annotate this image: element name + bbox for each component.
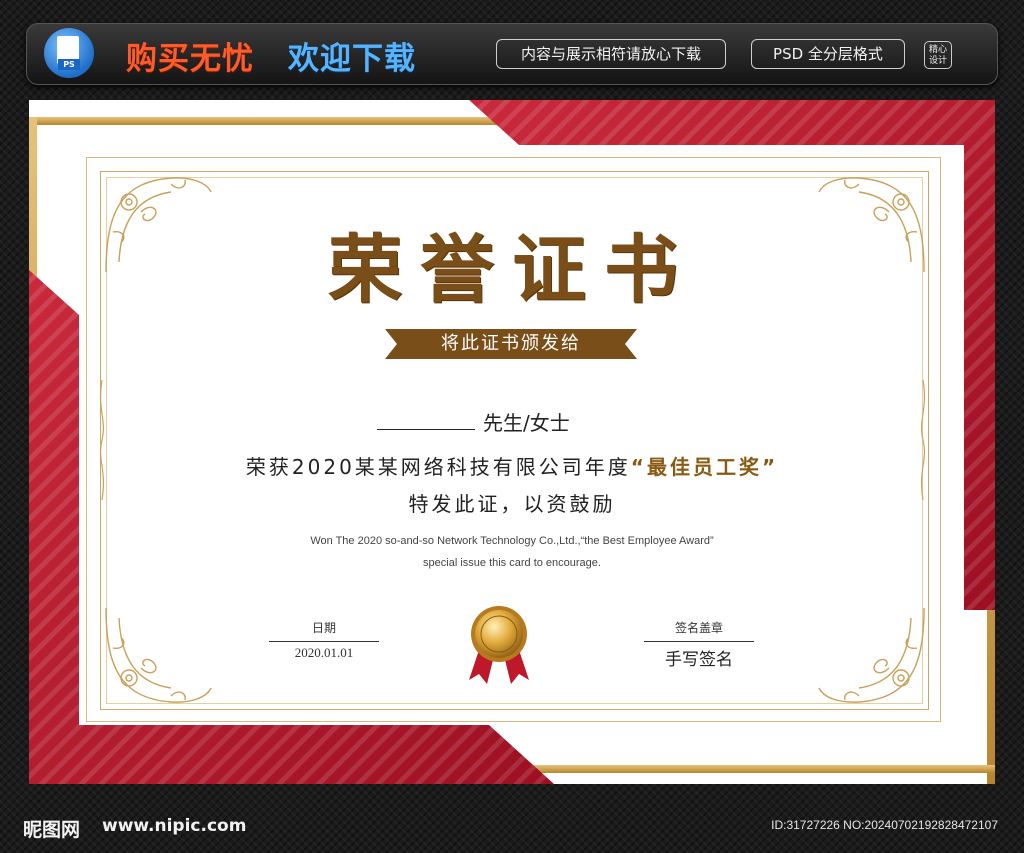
slogan-welcome: 欢迎下载 (288, 41, 416, 77)
award-encouragement: 特发此证，以资鼓励 (408, 492, 616, 516)
site-logo: 昵图网 (23, 819, 81, 841)
image-id: ID:31727226 NO:20240702192828472107 (771, 818, 998, 832)
date-value: 2020.01.01 (294, 645, 354, 660)
certificate: 荣誉证书 将此证书颁发给 先生/女士 荣获2020某某网络科技有限公司年度“最佳… (29, 100, 995, 784)
side-ornament-right-icon (920, 380, 926, 500)
date-underline (269, 641, 379, 642)
tag-content-match: 内容与展示相符请放心下载 (496, 39, 726, 69)
photoshop-file-icon: PS (44, 28, 94, 78)
corner-ornament-bottom-right-icon (818, 607, 925, 703)
signature-underline (644, 641, 754, 642)
site-url: www.nipic.com (102, 816, 247, 836)
english-statement-line1: Won The 2020 so-and-so Network Technolog… (310, 535, 714, 547)
ribbon-text: 将此证书颁发给 (441, 333, 581, 354)
signature-label: 签名盖章 (674, 621, 723, 635)
award-name: “最佳员工奖” (630, 455, 779, 479)
certificate-title: 荣誉证书 (328, 227, 696, 313)
english-statement-line2: special issue this card to encourage. (423, 557, 601, 569)
side-ornament-left-icon (99, 380, 105, 500)
tag-design-badge: 精心 设计 (924, 41, 952, 69)
tag-psd-format: PSD 全分层格式 (751, 39, 905, 69)
recipient-name-blank (377, 429, 475, 430)
award-statement: 荣获2020某某网络科技有限公司年度“最佳员工奖” (245, 455, 779, 479)
recipient-title: 先生/女士 (483, 411, 570, 435)
slogan-buy: 购买无忧 (126, 41, 254, 77)
gold-medal-icon (469, 606, 529, 684)
signature-value: 手写签名 (665, 650, 733, 670)
date-label: 日期 (311, 621, 336, 635)
corner-ornament-bottom-left-icon (105, 607, 212, 703)
